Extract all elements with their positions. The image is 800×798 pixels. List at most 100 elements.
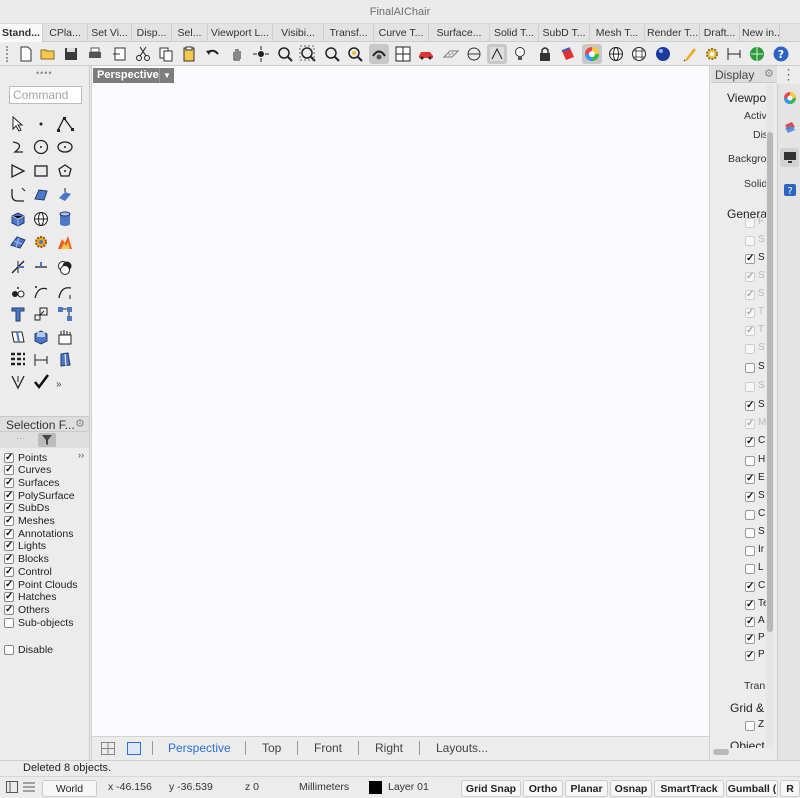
display-option-checkbox[interactable]	[745, 510, 755, 520]
light-bulb-icon[interactable]	[510, 44, 530, 64]
toolbar-tab[interactable]: Draft...	[700, 24, 740, 42]
panel-grip[interactable]: ••••	[36, 68, 53, 78]
color-wheel-icon[interactable]	[582, 44, 602, 64]
vertical-scrollbar[interactable]	[766, 84, 774, 748]
pan-hand-icon[interactable]	[227, 44, 247, 64]
filter-item[interactable]: ✓ PolySurface	[4, 489, 75, 502]
select-arrow-icon[interactable]	[8, 114, 28, 134]
import-icon[interactable]	[110, 44, 130, 64]
cplane-world-button[interactable]: World	[42, 780, 97, 797]
display-option-checkbox[interactable]	[745, 564, 755, 574]
record-history-button[interactable]: R	[780, 780, 800, 797]
viewport-menu-chevron-icon[interactable]: ▼	[159, 68, 174, 83]
filter-item[interactable]: ✓ Blocks	[4, 553, 49, 566]
units-label[interactable]: Millimeters	[299, 781, 349, 793]
viewport-tab-front[interactable]: Front	[314, 741, 342, 755]
filter-item[interactable]: ✓ Surfaces	[4, 476, 59, 489]
rotate-3d-icon[interactable]	[369, 44, 389, 64]
filter-checkbox[interactable]: ✓	[4, 452, 14, 463]
rebuild-icon[interactable]	[55, 282, 75, 302]
disable-checkbox[interactable]	[4, 644, 14, 655]
planar-button[interactable]: Planar	[565, 780, 608, 797]
point-icon[interactable]	[31, 114, 51, 134]
display-option-checkbox[interactable]: ✓	[745, 437, 755, 447]
filter-checkbox[interactable]: ✓	[4, 604, 14, 615]
display-option-checkbox[interactable]	[745, 363, 755, 373]
sphere-icon[interactable]	[31, 209, 51, 229]
horizontal-scrollbar[interactable]	[711, 748, 766, 756]
solid-icon[interactable]	[55, 327, 75, 347]
undo-icon[interactable]	[203, 44, 223, 64]
arc-icon[interactable]	[8, 161, 28, 181]
grid-checkbox[interactable]	[745, 721, 755, 731]
new-file-icon[interactable]	[16, 44, 36, 64]
display-option-checkbox[interactable]: ✓	[745, 492, 755, 502]
filter-checkbox[interactable]: ✓	[4, 541, 14, 552]
list-icon[interactable]	[23, 782, 35, 792]
paint-bucket-icon[interactable]	[558, 44, 578, 64]
zoom-icon[interactable]	[275, 44, 295, 64]
toolbar-tab[interactable]: Surface...	[429, 24, 490, 42]
display-option-checkbox[interactable]: ✓	[745, 600, 755, 610]
filter-item[interactable]: ✓ Annotations	[4, 527, 73, 540]
boolean-icon[interactable]	[55, 257, 75, 277]
command-input[interactable]	[9, 86, 82, 104]
explosion-icon[interactable]	[55, 232, 75, 252]
filter-item[interactable]: ✓ SubDs	[4, 502, 50, 515]
toolbar-grip[interactable]	[6, 46, 10, 62]
current-layer[interactable]: Layer 01	[388, 781, 429, 793]
osnap-icon[interactable]	[487, 44, 507, 64]
display-option-checkbox[interactable]	[745, 382, 755, 392]
surface-icon[interactable]	[31, 185, 51, 205]
more-tools-chevron-icon[interactable]: »	[56, 379, 62, 390]
display-option-checkbox[interactable]: ✓	[745, 582, 755, 592]
save-icon[interactable]	[61, 44, 81, 64]
display-option-checkbox[interactable]: ✓	[745, 401, 755, 411]
rotate-view-icon[interactable]	[251, 44, 271, 64]
layers-icon[interactable]	[782, 120, 797, 135]
display-option-checkbox[interactable]	[745, 456, 755, 466]
display-option-checkbox[interactable]: ✓	[745, 651, 755, 661]
toolbar-tab[interactable]: Render T...	[645, 24, 700, 42]
display-option-checkbox[interactable]	[745, 236, 755, 246]
draft-icon[interactable]	[8, 327, 28, 347]
sphere-icon[interactable]	[606, 44, 626, 64]
filter-checkbox[interactable]: ✓	[4, 528, 14, 539]
filter-item[interactable]: ✓ Points	[4, 451, 47, 464]
viewport-perspective[interactable]: Perspective ▼ Perspective Top Front Righ…	[91, 66, 710, 760]
render-ball-icon[interactable]	[653, 44, 673, 64]
box-icon[interactable]	[8, 209, 28, 229]
curve-edit-icon[interactable]	[31, 282, 51, 302]
gear-icon[interactable]: ⚙	[764, 67, 774, 80]
toolbar-tab[interactable]: Curve T...	[374, 24, 429, 42]
circle-icon[interactable]	[31, 137, 51, 157]
globe-mesh-icon[interactable]	[629, 44, 649, 64]
cylinder-icon[interactable]	[55, 209, 75, 229]
display-option-checkbox[interactable]: ✓	[745, 326, 755, 336]
filter-checkbox[interactable]: ✓	[4, 579, 14, 590]
ellipse-icon[interactable]	[55, 137, 75, 157]
filter-item[interactable]: ✓ Point Clouds	[4, 578, 78, 591]
display-option-checkbox[interactable]: ✓	[745, 290, 755, 300]
filter-checkbox[interactable]: ✓	[4, 477, 14, 488]
more-panels-icon[interactable]: ⋮	[777, 66, 800, 84]
scale-icon[interactable]	[31, 304, 51, 324]
gear-solid-icon[interactable]	[31, 232, 51, 252]
polygon-icon[interactable]	[55, 161, 75, 181]
check-icon[interactable]	[31, 372, 51, 392]
four-viewports-icon[interactable]	[393, 44, 413, 64]
filter-checkbox[interactable]: ✓	[4, 465, 14, 476]
globe-icon[interactable]	[747, 44, 767, 64]
toolbar-tab[interactable]: New in...	[740, 24, 780, 42]
toolbar-tab[interactable]: Solid T...	[490, 24, 539, 42]
display-option-checkbox[interactable]: ✓	[745, 419, 755, 429]
display-option-checkbox[interactable]: ✓	[745, 308, 755, 318]
scrollbar-thumb[interactable]	[767, 132, 773, 632]
display-option-checkbox[interactable]: ✓	[745, 617, 755, 627]
block-icon[interactable]	[31, 327, 51, 347]
toolbar-tab[interactable]: Stand...	[0, 24, 43, 42]
toolbar-tab[interactable]: Visibi...	[273, 24, 324, 42]
paste-icon[interactable]	[179, 44, 199, 64]
display-option-checkbox[interactable]	[745, 528, 755, 538]
print-icon[interactable]	[85, 44, 105, 64]
